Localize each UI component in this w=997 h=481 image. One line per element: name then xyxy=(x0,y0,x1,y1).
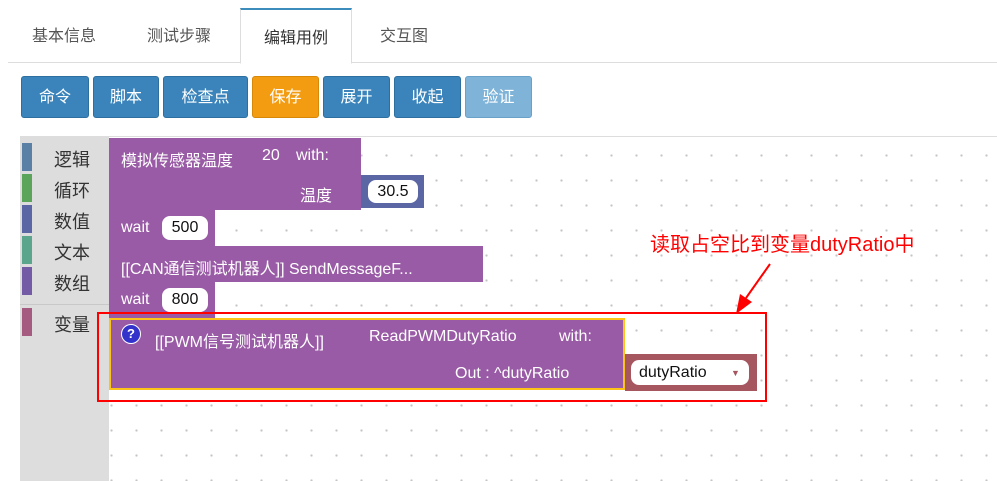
blockly-toolbox: 逻辑 循环 数值 文本 数组 变量 xyxy=(20,136,109,481)
toolbox-category-logic[interactable]: 逻辑 xyxy=(20,143,109,171)
toolbox-category-loops[interactable]: 循环 xyxy=(20,174,109,202)
wait-value-field[interactable]: 800 xyxy=(162,288,208,312)
toolbox-label: 数组 xyxy=(54,274,90,294)
category-color-bar xyxy=(22,143,32,171)
block-title: 模拟传感器温度 xyxy=(121,153,234,170)
block-value[interactable]: 20 xyxy=(262,147,280,165)
collapse-button[interactable]: 收起 xyxy=(394,76,461,118)
tab-interaction-diagram[interactable]: 交互图 xyxy=(352,8,456,63)
toolbox-label: 逻辑 xyxy=(54,150,90,170)
verify-button[interactable]: 验证 xyxy=(465,76,532,118)
highlight-box xyxy=(97,312,767,402)
category-color-bar xyxy=(22,236,32,264)
script-button[interactable]: 脚本 xyxy=(93,76,159,118)
toolbox-category-math[interactable]: 数值 xyxy=(20,205,109,233)
toolbox-label: 文本 xyxy=(54,243,90,263)
category-color-bar xyxy=(22,205,32,233)
block-text: [[CAN通信测试机器人]] SendMessageF... xyxy=(121,261,413,278)
tab-bar: 基本信息 测试步骤 编辑用例 交互图 xyxy=(8,8,997,64)
number-value-block[interactable]: 30.5 xyxy=(361,175,424,208)
wait-value-field[interactable]: 500 xyxy=(162,216,208,240)
sensor-temperature-block[interactable]: 模拟传感器温度 20 with: 温度 xyxy=(109,138,361,210)
tab-edit-case[interactable]: 编辑用例 xyxy=(240,8,352,64)
can-send-message-block[interactable]: [[CAN通信测试机器人]] SendMessageF... xyxy=(109,246,483,282)
tab-test-steps[interactable]: 测试步骤 xyxy=(120,8,238,63)
temperature-value-field[interactable]: 30.5 xyxy=(368,180,418,203)
toolbox-label: 变量 xyxy=(54,315,90,335)
block-with-label: with: xyxy=(296,147,329,164)
toolbox-category-text[interactable]: 文本 xyxy=(20,236,109,264)
category-color-bar xyxy=(22,267,32,295)
annotation-arrow-icon xyxy=(736,263,771,314)
tab-basic-info[interactable]: 基本信息 xyxy=(8,8,120,63)
checkpoint-button[interactable]: 检查点 xyxy=(163,76,248,118)
toolbox-category-lists[interactable]: 数组 xyxy=(20,267,109,295)
wait-label: wait xyxy=(121,291,150,308)
toolbox-category-variables[interactable]: 变量 xyxy=(20,308,109,336)
category-color-bar xyxy=(22,308,32,336)
wait-block[interactable]: wait 500 xyxy=(109,210,215,246)
category-color-bar xyxy=(22,174,32,202)
wait-label: wait xyxy=(121,219,150,236)
toolbox-label: 数值 xyxy=(54,212,90,232)
toolbox-label: 循环 xyxy=(54,181,90,201)
expand-button[interactable]: 展开 xyxy=(323,76,390,118)
param-label: 温度 xyxy=(300,188,333,205)
command-button[interactable]: 命令 xyxy=(21,76,89,118)
save-button[interactable]: 保存 xyxy=(252,76,319,118)
annotation-text: 读取占空比到变量dutyRatio中 xyxy=(650,234,915,256)
toolbox-separator xyxy=(20,304,109,305)
